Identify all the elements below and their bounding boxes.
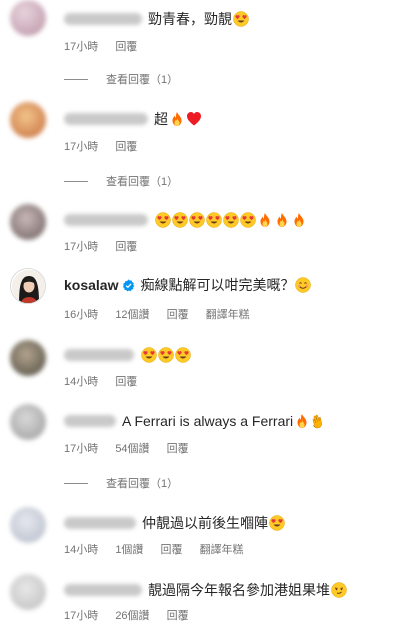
comment-time: 17小時 bbox=[64, 610, 99, 622]
comment-text: 仲靚過以前後生嗰陣 bbox=[142, 515, 268, 531]
reply-button[interactable]: 回覆 bbox=[115, 376, 137, 388]
heart-eyes-emoji-icon bbox=[158, 347, 174, 363]
replies-divider bbox=[64, 482, 88, 484]
avatar[interactable] bbox=[10, 404, 46, 440]
replies-divider bbox=[64, 180, 88, 182]
likes-count[interactable]: 1個讚 bbox=[115, 544, 143, 556]
likes-count[interactable]: 26個讚 bbox=[115, 610, 149, 622]
fire-emoji-icon bbox=[274, 212, 290, 228]
clapping-hands-emoji-icon bbox=[311, 413, 327, 429]
comment-time: 17小時 bbox=[64, 141, 99, 153]
view-replies-button[interactable]: 查看回覆（1） bbox=[64, 173, 178, 189]
comment-time: 17小時 bbox=[64, 241, 99, 253]
heart-eyes-emoji-icon bbox=[189, 212, 205, 228]
avatar[interactable] bbox=[10, 204, 46, 240]
username-blurred[interactable] bbox=[64, 113, 148, 125]
username-blurred[interactable] bbox=[64, 13, 142, 25]
comment-text: 靚過隔今年報名參加港姐果堆 bbox=[148, 582, 330, 598]
comment-time: 14小時 bbox=[64, 376, 99, 388]
username-blurred[interactable] bbox=[64, 349, 134, 361]
heart-eyes-emoji-icon bbox=[141, 347, 157, 363]
heart-eyes-emoji-icon bbox=[223, 212, 239, 228]
heart-eyes-emoji-icon bbox=[240, 212, 256, 228]
fire-emoji-icon bbox=[291, 212, 307, 228]
username-blurred[interactable] bbox=[64, 517, 136, 529]
comment-time: 17小時 bbox=[64, 41, 99, 53]
view-replies-button[interactable]: 查看回覆（1） bbox=[64, 475, 178, 491]
reply-button[interactable]: 回覆 bbox=[115, 141, 137, 153]
smirk-face-emoji-icon bbox=[331, 582, 347, 598]
comment-time: 17小時 bbox=[64, 443, 99, 455]
fire-emoji-icon bbox=[169, 111, 185, 127]
translate-button[interactable]: 翻譯年糕 bbox=[200, 544, 244, 556]
heart-eyes-emoji-icon bbox=[175, 347, 191, 363]
username-blurred[interactable] bbox=[64, 584, 142, 596]
avatar[interactable] bbox=[10, 268, 46, 304]
username[interactable]: kosalaw bbox=[64, 276, 118, 294]
username-blurred[interactable] bbox=[64, 415, 116, 427]
red-heart-emoji-icon bbox=[186, 111, 202, 127]
reply-button[interactable]: 回覆 bbox=[167, 309, 189, 321]
heart-eyes-emoji-icon bbox=[233, 11, 249, 27]
view-replies-button[interactable]: 查看回覆（1） bbox=[64, 71, 178, 87]
comment-text: 勁青春，勁靚 bbox=[148, 11, 232, 27]
likes-count[interactable]: 12個讚 bbox=[115, 309, 149, 321]
avatar[interactable] bbox=[10, 0, 46, 36]
avatar[interactable] bbox=[10, 574, 46, 610]
comment-time: 16小時 bbox=[64, 309, 99, 321]
username-blurred[interactable] bbox=[64, 214, 148, 226]
avatar[interactable] bbox=[10, 102, 46, 138]
avatar[interactable] bbox=[10, 340, 46, 376]
replies-divider bbox=[64, 78, 88, 80]
reply-button[interactable]: 回覆 bbox=[115, 241, 137, 253]
fire-emoji-icon bbox=[294, 413, 310, 429]
heart-eyes-emoji-icon bbox=[155, 212, 171, 228]
smiling-face-emoji-icon bbox=[295, 277, 311, 293]
comment-text: A Ferrari is always a Ferrari bbox=[122, 413, 294, 429]
heart-eyes-emoji-icon bbox=[172, 212, 188, 228]
reply-button[interactable]: 回覆 bbox=[167, 610, 189, 622]
verified-badge-icon bbox=[123, 278, 135, 291]
translate-button[interactable]: 翻譯年糕 bbox=[206, 309, 250, 321]
comment-text: 超 bbox=[154, 111, 168, 127]
likes-count[interactable]: 54個讚 bbox=[115, 443, 149, 455]
heart-eyes-emoji-icon bbox=[206, 212, 222, 228]
profile-photo bbox=[12, 270, 45, 303]
comment-text: 痴線點解可以咁完美嘅？ bbox=[140, 277, 295, 293]
view-replies-label: 查看回覆（1） bbox=[106, 74, 179, 86]
reply-button[interactable]: 回覆 bbox=[161, 544, 183, 556]
reply-button[interactable]: 回覆 bbox=[167, 443, 189, 455]
comment-time: 14小時 bbox=[64, 544, 99, 556]
view-replies-label: 查看回覆（1） bbox=[106, 176, 179, 188]
heart-eyes-emoji-icon bbox=[269, 515, 285, 531]
view-replies-label: 查看回覆（1） bbox=[106, 478, 179, 490]
reply-button[interactable]: 回覆 bbox=[115, 41, 137, 53]
fire-emoji-icon bbox=[257, 212, 273, 228]
avatar[interactable] bbox=[10, 507, 46, 543]
